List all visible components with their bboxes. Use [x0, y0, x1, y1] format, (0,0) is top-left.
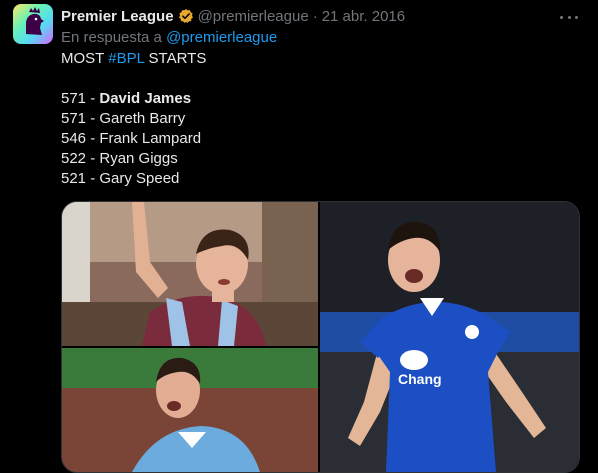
- header-separator: ·: [312, 7, 318, 25]
- shirt-sponsor-text: Chang: [398, 371, 442, 387]
- reply-prefix: En respuesta a: [61, 29, 167, 46]
- premier-league-lion-icon: [13, 4, 53, 44]
- tweet-text: MOST #BPL STARTS 571 - David James 571 -…: [61, 49, 206, 189]
- title-text-end: STARTS: [144, 50, 207, 67]
- tweet-line-2: 571 - Gareth Barry: [61, 110, 186, 127]
- ranking-number-1: 571 -: [61, 90, 100, 107]
- reply-to-link[interactable]: @premierleague: [166, 29, 277, 46]
- tweet-line-3: 546 - Frank Lampard: [61, 130, 202, 147]
- tweet-line-5: 521 - Gary Speed: [61, 170, 180, 187]
- verified-badge-icon: [178, 8, 194, 24]
- tweet-date[interactable]: 21 abr. 2016: [322, 8, 405, 25]
- tweet-media[interactable]: Chang: [61, 201, 580, 473]
- tweet-header: Premier League @premierleague · 21 abr. …: [61, 6, 548, 26]
- ranking-name-1: David James: [99, 90, 192, 107]
- author-name[interactable]: Premier League: [61, 8, 174, 25]
- tweet-line-4: 522 - Ryan Giggs: [61, 150, 178, 167]
- hashtag-link[interactable]: #BPL: [108, 50, 144, 67]
- tweet-line-1: 571 - David James: [61, 89, 206, 109]
- reply-context: En respuesta a @premierleague: [61, 29, 277, 46]
- author-handle[interactable]: @premierleague: [198, 8, 309, 25]
- photo-everton[interactable]: Chang: [320, 202, 579, 472]
- avatar[interactable]: [13, 4, 53, 44]
- photo-villa[interactable]: [62, 202, 318, 346]
- more-options-icon[interactable]: [560, 10, 578, 24]
- tweet-line-title: MOST #BPL STARTS: [61, 49, 206, 69]
- title-text-start: MOST: [61, 50, 109, 67]
- photo-city[interactable]: [62, 348, 318, 472]
